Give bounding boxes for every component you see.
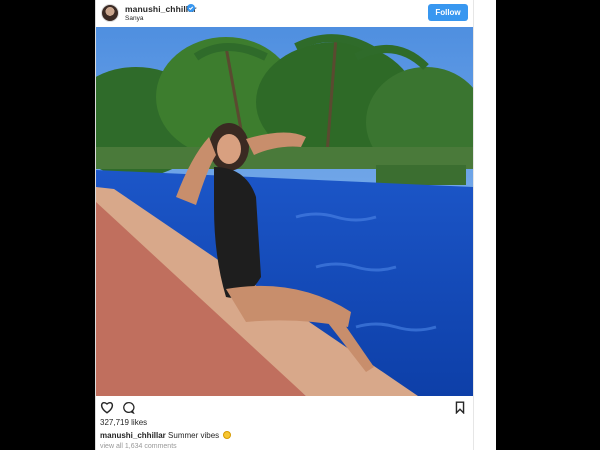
likes-count[interactable]: 327,719 likes xyxy=(100,418,147,427)
post-caption: manushi_chhillar Summer vibes xyxy=(100,431,232,440)
instagram-post-card: manushi_chhillar Sanya Follow 327,719 li… xyxy=(95,0,496,450)
smiley-emoji-icon xyxy=(223,431,232,439)
post-location[interactable]: Sanya xyxy=(125,15,143,22)
poolside-photo xyxy=(96,27,473,396)
post-username[interactable]: manushi_chhillar xyxy=(125,4,197,14)
avatar[interactable] xyxy=(101,4,119,22)
caption-text: Summer vibes xyxy=(168,431,220,440)
post-actions xyxy=(95,396,473,416)
bookmark-icon[interactable] xyxy=(455,401,465,414)
post-header: manushi_chhillar Sanya Follow xyxy=(95,0,473,27)
comment-bubble-icon[interactable] xyxy=(122,401,135,414)
verified-badge-icon xyxy=(187,4,195,12)
caption-username[interactable]: manushi_chhillar xyxy=(100,431,166,440)
post-photo[interactable] xyxy=(96,27,473,396)
follow-button[interactable]: Follow xyxy=(428,4,468,21)
heart-icon[interactable] xyxy=(100,401,114,414)
view-comments-link[interactable]: view all 1,634 comments xyxy=(100,443,177,450)
side-panel xyxy=(473,0,496,450)
